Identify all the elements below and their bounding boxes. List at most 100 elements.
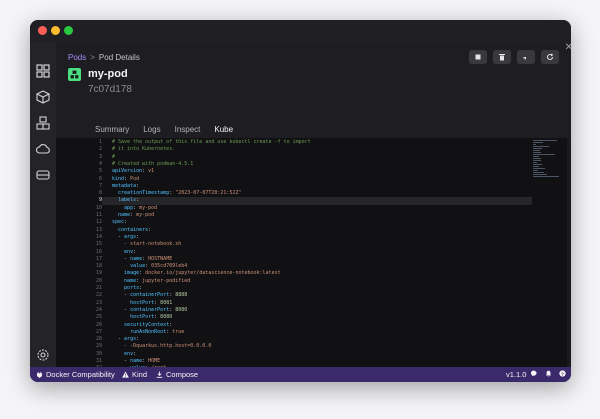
code-text: containers:: [118, 226, 152, 233]
editor-scrollbar[interactable]: [567, 138, 571, 367]
version-label: v1.1.0: [506, 370, 527, 379]
code-text: spec:: [112, 219, 128, 226]
code-line[interactable]: 26 securityContext:: [56, 322, 172, 329]
line-number: 1: [98, 139, 102, 145]
status-docker-compat[interactable]: Docker Compatibility: [36, 370, 115, 379]
code-line[interactable]: 2 # it into Kubernetes.: [56, 146, 175, 153]
code-line[interactable]: 20 name: jupyter-podified: [56, 278, 190, 285]
code-line[interactable]: 11 name: my-pod: [56, 212, 154, 219]
code-line[interactable]: 14 - args:: [56, 234, 139, 241]
svg-text:?: ?: [561, 371, 564, 377]
breadcrumb-pods-link[interactable]: Pods: [68, 53, 86, 62]
status-bar: Docker Compatibility Kind Compose v1.1.0…: [30, 367, 571, 382]
line-number: 19: [95, 270, 102, 277]
volumes-icon[interactable]: [36, 168, 50, 182]
line-number: 12: [95, 219, 102, 226]
breadcrumb: Pods > Pod Details: [68, 53, 140, 62]
code-line[interactable]: 23 hostPort: 8081: [56, 300, 172, 307]
code-line[interactable]: 7 metadata:: [56, 183, 139, 190]
kube-yaml-editor[interactable]: 1 # Save the output of this file and use …: [56, 138, 571, 367]
code-text: - name: HOSTNAME: [112, 255, 173, 262]
help-icon[interactable]: ?: [559, 370, 566, 377]
code-line[interactable]: 3 #: [56, 154, 115, 161]
line-number: 5: [98, 168, 102, 175]
code-line[interactable]: 1 # Save the output of this file and use …: [56, 139, 311, 146]
minimize-window-button[interactable]: [51, 26, 60, 35]
refresh-icon: [547, 53, 554, 60]
code-line[interactable]: 13 containers:: [56, 227, 151, 234]
status-compose-label: Compose: [166, 370, 199, 379]
code-text: - args:: [112, 233, 140, 240]
line-number: 13: [95, 226, 102, 233]
deploy-button[interactable]: [517, 50, 535, 64]
line-number: 11: [95, 212, 102, 218]
images-cloud-icon[interactable]: [36, 142, 50, 156]
code-line[interactable]: 31 - name: HOME: [56, 358, 160, 365]
code-text: labels:: [118, 197, 140, 204]
code-line[interactable]: 30 env:: [56, 351, 136, 358]
code-line[interactable]: 16 env:: [56, 249, 136, 256]
code-text: - containerPort: 8080: [112, 306, 188, 313]
delete-button[interactable]: [493, 50, 511, 64]
plug-icon: [36, 371, 43, 378]
stop-button[interactable]: [469, 50, 487, 64]
code-text: # Created with podman-4.5.1: [112, 160, 194, 167]
chat-icon[interactable]: [531, 370, 538, 377]
line-number: 20: [95, 277, 102, 284]
dashboard-icon[interactable]: [36, 64, 50, 78]
line-number: 30: [95, 350, 102, 357]
code-text: value: 035cd709leb4: [130, 263, 188, 270]
code-line[interactable]: 17 - name: HOSTNAME: [56, 256, 172, 263]
status-kind[interactable]: Kind: [122, 370, 147, 379]
line-number: 17: [95, 255, 102, 262]
code-line[interactable]: 19 image: docker.io/jupyter/datascience-…: [56, 270, 281, 277]
close-window-button[interactable]: [38, 26, 47, 35]
settings-gear-icon[interactable]: [36, 348, 50, 362]
code-text: apiVersion: v1: [112, 168, 155, 175]
line-number: 2: [98, 146, 102, 153]
line-number: 23: [95, 299, 102, 306]
code-text: - -Dquarkus.http.host=0.0.0.0: [112, 343, 212, 350]
code-text: # it into Kubernetes.: [112, 146, 176, 153]
code-line[interactable]: 10 app: my-pod: [56, 205, 157, 212]
pods-icon[interactable]: [36, 116, 50, 130]
code-text: metadata:: [112, 182, 140, 189]
zoom-window-button[interactable]: [64, 26, 73, 35]
code-line[interactable]: 22 - containerPort: 8888: [56, 292, 187, 299]
tab-inspect[interactable]: Inspect: [168, 125, 208, 138]
line-number: 8: [98, 190, 102, 197]
code-line[interactable]: 9 labels:: [56, 197, 139, 204]
status-compose[interactable]: Compose: [156, 370, 198, 379]
code-line[interactable]: 24 - containerPort: 8080: [56, 307, 187, 314]
code-line[interactable]: 29 - -Dquarkus.http.host=0.0.0.0: [56, 343, 211, 350]
code-line[interactable]: 5 apiVersion: v1: [56, 168, 154, 175]
code-line[interactable]: 4 # Created with podman-4.5.1: [56, 161, 193, 168]
code-line[interactable]: 6 kind: Pod: [56, 176, 139, 183]
tab-summary[interactable]: Summary: [88, 125, 136, 138]
code-line[interactable]: 12 spec:: [56, 219, 127, 226]
code-text: image: docker.io/jupyter/datascience-not…: [124, 270, 281, 277]
line-number: 21: [95, 285, 102, 291]
restart-button[interactable]: [541, 50, 559, 64]
current-line-highlight: [102, 197, 532, 205]
code-line[interactable]: 27 runAsNonRoot: true: [56, 329, 184, 336]
line-number: 10: [95, 204, 102, 211]
warning-icon: [122, 371, 129, 378]
code-line[interactable]: 8 creationTimestamp: "2023-07-07T20:21:5…: [56, 190, 242, 197]
code-line[interactable]: 25 hostPort: 8080: [56, 314, 172, 321]
code-line[interactable]: 21 ports:: [56, 285, 142, 292]
code-line[interactable]: 18 value: 035cd709leb4: [56, 263, 187, 270]
code-text: runAsNonRoot: true: [130, 328, 185, 335]
code-line[interactable]: 28 - args:: [56, 336, 139, 343]
bell-icon[interactable]: [545, 370, 552, 377]
code-text: securityContext:: [124, 321, 173, 328]
line-number: 25: [95, 314, 102, 321]
code-line[interactable]: 15 - start-notebook.sh: [56, 241, 181, 248]
tab-logs[interactable]: Logs: [136, 125, 167, 138]
code-text: - containerPort: 8888: [112, 292, 188, 299]
code-text: # Save the output of this file and use k…: [112, 139, 311, 145]
editor-minimap[interactable]: [533, 140, 565, 180]
breadcrumb-separator: >: [90, 53, 95, 62]
containers-icon[interactable]: [36, 90, 50, 104]
close-details-icon[interactable]: ✕: [565, 42, 571, 53]
